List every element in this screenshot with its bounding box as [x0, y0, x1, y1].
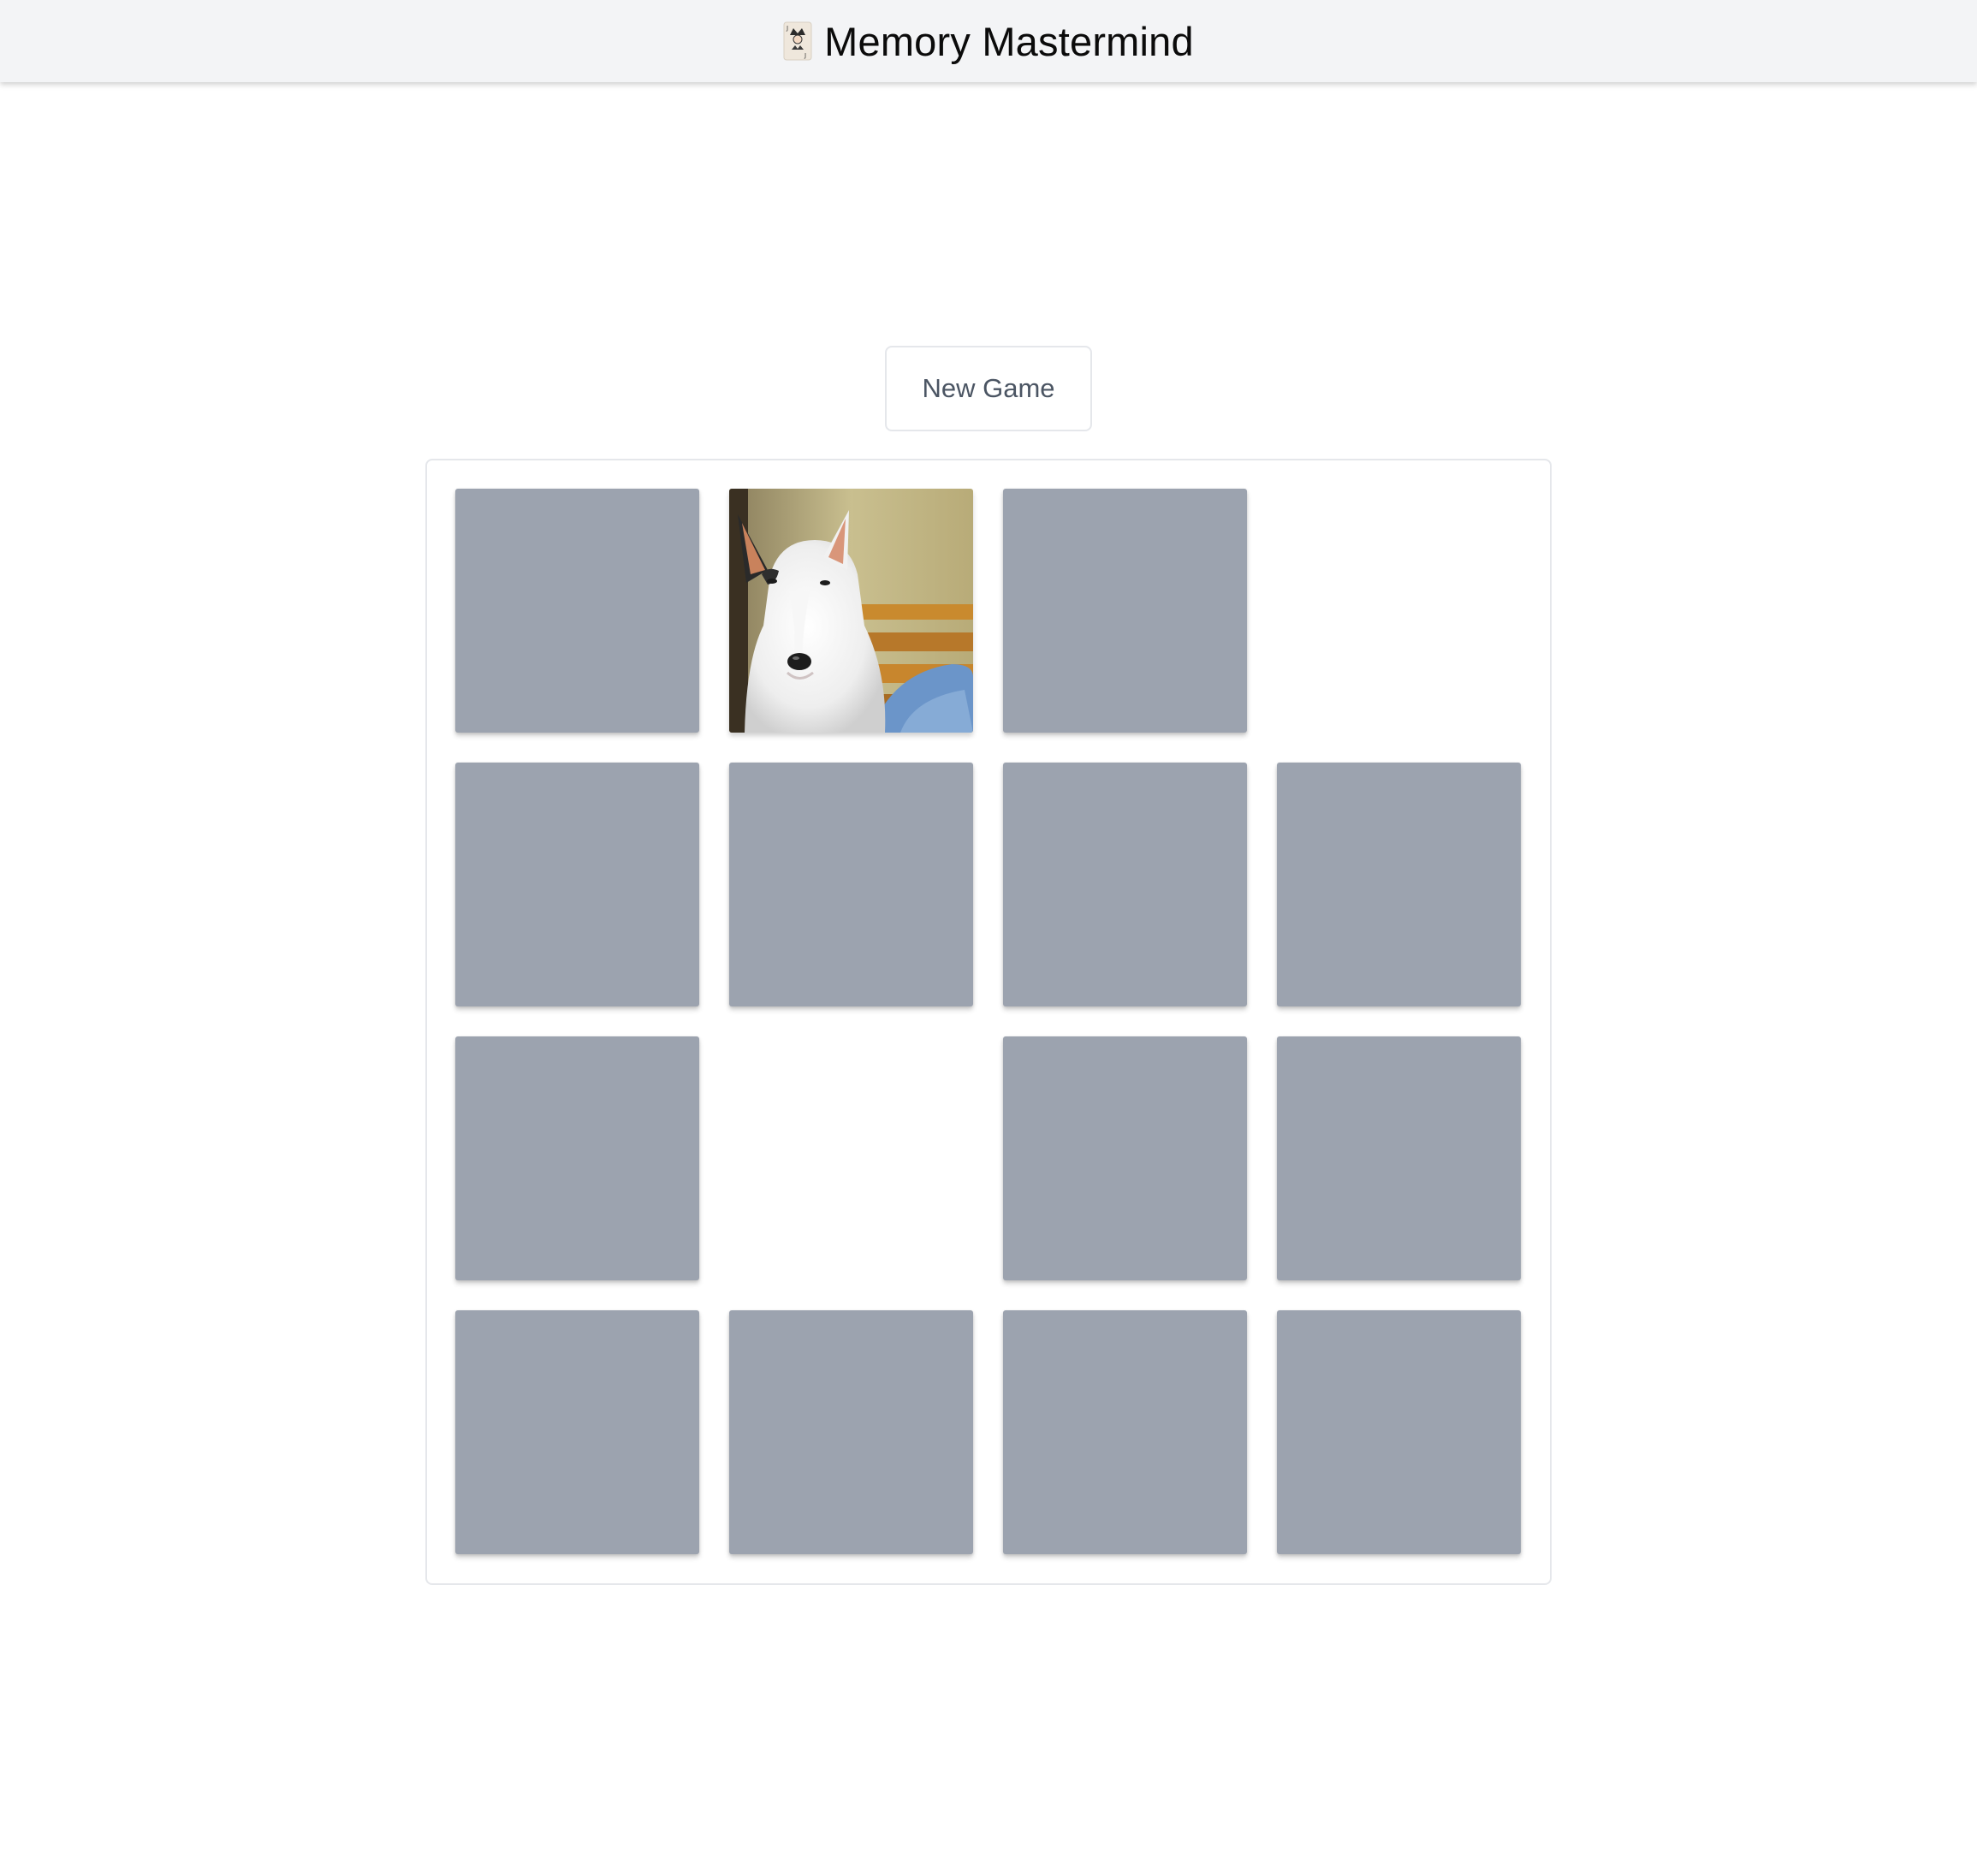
game-board — [425, 459, 1552, 1585]
card-face-down[interactable] — [729, 1310, 973, 1554]
app-header: J J Memory Mastermind — [0, 0, 1977, 82]
card-face-down[interactable] — [455, 1310, 699, 1554]
card-face-down[interactable] — [1277, 763, 1521, 1006]
card-slot-matched — [1277, 489, 1521, 733]
card-face-down[interactable] — [455, 763, 699, 1006]
card-face-down[interactable] — [1003, 489, 1247, 733]
header-title-group: J J Memory Mastermind — [783, 18, 1194, 65]
card-revealed[interactable] — [729, 489, 973, 733]
card-face-down[interactable] — [1003, 1036, 1247, 1280]
new-game-button[interactable]: New Game — [885, 346, 1092, 431]
card-face-down[interactable] — [1003, 1310, 1247, 1554]
card-face-down[interactable] — [455, 489, 699, 733]
svg-text:J: J — [786, 25, 788, 32]
card-face-down[interactable] — [729, 763, 973, 1006]
card-slot-matched — [729, 1036, 973, 1280]
app-title: Memory Mastermind — [824, 18, 1194, 64]
card-face-down[interactable] — [1277, 1310, 1521, 1554]
card-face-down[interactable] — [455, 1036, 699, 1280]
card-face-down[interactable] — [1003, 763, 1247, 1006]
joker-card-icon: J J — [783, 21, 812, 61]
svg-text:J: J — [804, 52, 806, 59]
dog-photo-image — [729, 489, 973, 733]
card-face-down[interactable] — [1277, 1036, 1521, 1280]
